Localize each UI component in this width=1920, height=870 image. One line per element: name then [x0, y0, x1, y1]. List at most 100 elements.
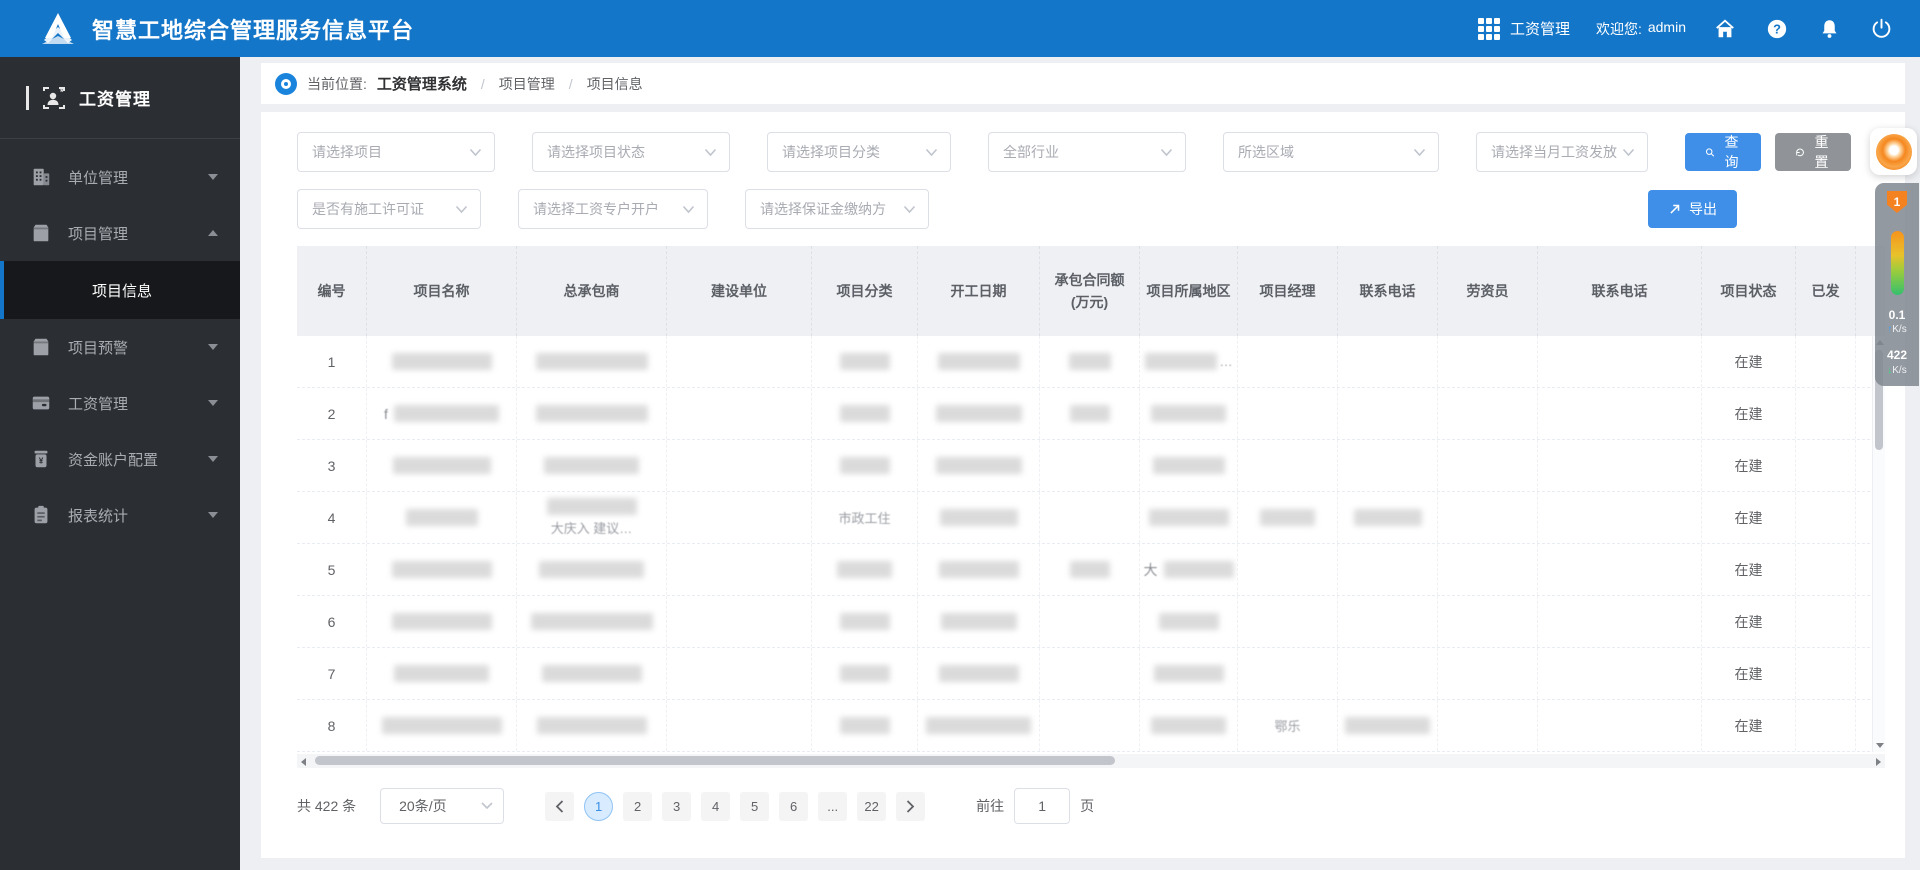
scroll-left-icon[interactable] [301, 758, 306, 766]
redacted-value [546, 498, 637, 515]
page-title: 智慧工地综合管理服务信息平台 [92, 17, 415, 43]
redacted-value [839, 717, 890, 734]
table-row[interactable]: 2 f 在建 [297, 388, 1885, 440]
page-button-6[interactable]: 6 [779, 791, 809, 821]
cell-date [918, 492, 1040, 543]
filter-row1-select-4[interactable]: 所选区域 [1223, 132, 1439, 172]
redacted-value [405, 509, 478, 526]
sidebar-title: 工资管理 [79, 90, 151, 109]
redacted-value [539, 561, 644, 578]
cell-manager [1238, 544, 1338, 595]
sidebar-item-3[interactable]: 工资管理 [0, 375, 240, 431]
cell-phone1 [1338, 336, 1438, 387]
chevron-down-icon [208, 512, 218, 518]
column-header-category: 项目分类 [812, 246, 918, 336]
breadcrumb-item-project-mgmt[interactable]: 项目管理 [499, 74, 555, 94]
cell-num: 6 [297, 596, 367, 647]
chevron-down-icon [455, 205, 468, 213]
page-button-2[interactable]: 2 [623, 791, 653, 821]
filter-row2-select-1[interactable]: 请选择工资专户开户 [518, 189, 708, 229]
cell-phone2 [1538, 492, 1702, 543]
page-size-select[interactable]: 20条/页 [380, 788, 505, 824]
column-header-name: 项目名称 [367, 246, 517, 336]
page-button-22[interactable]: 22 [857, 791, 887, 821]
cell-date [918, 388, 1040, 439]
reset-button[interactable]: 重置 [1775, 133, 1851, 171]
sidebar-item-5[interactable]: 报表统计 [0, 487, 240, 543]
location-pin-icon [275, 72, 297, 95]
sidebar-item-label: 报表统计 [68, 507, 129, 525]
sidebar-item-4[interactable]: ¥ 资金账户配置 [0, 431, 240, 487]
breadcrumb-root[interactable]: 工资管理系统 [377, 73, 467, 94]
breadcrumb-item-project-info[interactable]: 项目信息 [587, 74, 643, 94]
chevron-down-icon [208, 456, 218, 462]
cell-phone2 [1538, 440, 1702, 491]
cell-num: 5 [297, 544, 367, 595]
sidebar-item-2[interactable]: 项目预警 [0, 319, 240, 375]
horizontal-scrollbar[interactable] [297, 754, 1885, 768]
export-button[interactable]: 导出 [1648, 190, 1737, 228]
filter-row1-select-2[interactable]: 请选择项目分类 [767, 132, 951, 172]
page-button-1[interactable]: 1 [584, 791, 614, 821]
cell-num: 4 [297, 492, 367, 543]
goto-page-input[interactable] [1014, 788, 1071, 824]
vertical-scrollbar[interactable] [1872, 336, 1885, 752]
redacted-value [1353, 509, 1422, 526]
filter-row1-select-0[interactable]: 请选择项目 [297, 132, 495, 172]
cell-contractor [517, 544, 667, 595]
app-switcher[interactable]: 工资管理 [1477, 17, 1570, 40]
cell-amount [1040, 700, 1140, 751]
notification-bell-icon[interactable] [1816, 16, 1842, 42]
table-row[interactable]: 4 大庆入 建议… 市政工住 在建 [297, 492, 1885, 544]
net-speed-widget[interactable]: 1 0.1 ↑K/s 422 ↓K/s [1870, 128, 1920, 386]
payroll-badge-icon: * [43, 86, 65, 109]
cell-category [812, 388, 918, 439]
prev-page-button[interactable] [545, 791, 575, 821]
apps-grid-icon [1477, 17, 1500, 40]
table-row[interactable]: 7 在建 [297, 648, 1885, 700]
wallet-icon [30, 392, 52, 414]
cell-num: 7 [297, 648, 367, 699]
page-ellipsis[interactable]: ... [818, 791, 848, 821]
next-page-button[interactable] [896, 791, 926, 821]
scroll-right-icon[interactable] [1876, 758, 1881, 766]
filter-row1-select-5[interactable]: 请选择当月工资发放 [1476, 132, 1648, 172]
plugin-logo[interactable] [1870, 128, 1917, 175]
logout-power-icon[interactable] [1868, 16, 1894, 42]
home-icon[interactable] [1712, 16, 1738, 42]
cell-amount [1040, 336, 1140, 387]
filter-row2-select-0[interactable]: 是否有施工许可证 [297, 189, 481, 229]
filter-row1-select-3[interactable]: 全部行业 [988, 132, 1186, 172]
horizontal-scroll-thumb[interactable] [315, 756, 1115, 765]
scroll-down-icon[interactable] [1876, 743, 1884, 748]
chevron-down-icon [1160, 148, 1173, 156]
cell-amount [1040, 388, 1140, 439]
sidebar-item-1[interactable]: 项目管理 [0, 205, 240, 261]
page-button-5[interactable]: 5 [740, 791, 770, 821]
cell-name [367, 544, 517, 595]
shield-badge-icon[interactable]: 1 [1887, 191, 1907, 213]
page-button-4[interactable]: 4 [701, 791, 731, 821]
redacted-value [1260, 509, 1315, 526]
cell-region [1140, 440, 1238, 491]
redacted-value [839, 457, 890, 474]
query-button[interactable]: 查询 [1685, 133, 1761, 171]
cell-contractor [517, 440, 667, 491]
svg-text:*: * [60, 87, 64, 97]
table-row[interactable]: 1 … 在建 [297, 336, 1885, 388]
table-row[interactable]: 8 鄂乐 在建 [297, 700, 1885, 752]
cell-category [812, 700, 918, 751]
filter-row2-select-2[interactable]: 请选择保证金缴纳方 [745, 189, 929, 229]
filter-row1-select-1[interactable]: 请选择项目状态 [532, 132, 730, 172]
table-row[interactable]: 3 在建 [297, 440, 1885, 492]
help-icon[interactable]: ? [1764, 16, 1790, 42]
sidebar-item-0[interactable]: 单位管理 [0, 149, 240, 205]
cell-paid [1796, 388, 1856, 439]
page-button-3[interactable]: 3 [662, 791, 692, 821]
project-box-icon [30, 222, 52, 244]
pagination: 共 422 条 20条/页 123456... 22 前往 页 [297, 788, 1877, 824]
table-row[interactable]: 5 大 在建 [297, 544, 1885, 596]
sidebar-subitem-项目信息[interactable]: 项目信息 [0, 261, 240, 319]
table-row[interactable]: 6 在建 [297, 596, 1885, 648]
cell-phone1 [1338, 700, 1438, 751]
